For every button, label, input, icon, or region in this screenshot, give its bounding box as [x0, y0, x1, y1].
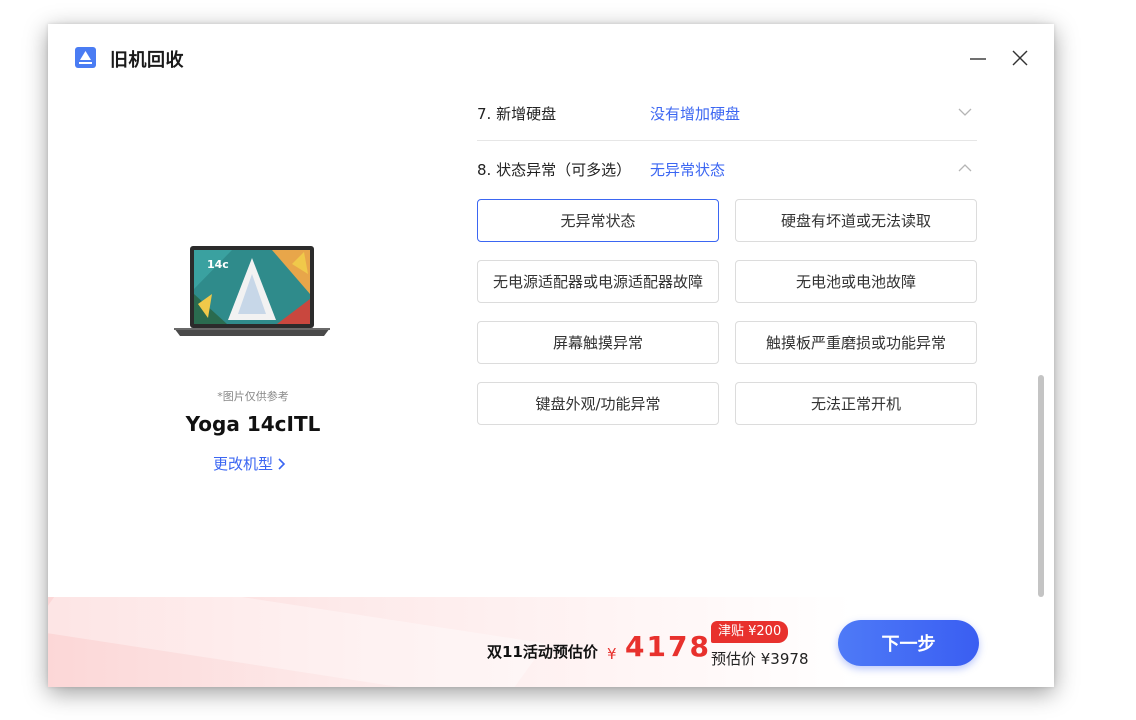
chevron-right-icon: [278, 457, 286, 470]
option-cannot-boot[interactable]: 无法正常开机: [735, 382, 977, 425]
option-disk-bad-sector[interactable]: 硬盘有坏道或无法读取: [735, 199, 977, 242]
chevron-down-icon[interactable]: [957, 104, 973, 120]
option-touchpad-fault[interactable]: 触摸板严重磨损或功能异常: [735, 321, 977, 364]
currency-symbol: ¥: [607, 645, 617, 663]
laptop-image: 14c: [174, 246, 330, 336]
subsidy-badge: 津贴 ¥200: [711, 621, 789, 643]
question-7-value[interactable]: 没有增加硬盘: [650, 103, 740, 124]
option-touchscreen-fault[interactable]: 屏幕触摸异常: [477, 321, 719, 364]
model-name: Yoga 14cITL: [185, 412, 321, 436]
chevron-up-icon[interactable]: [957, 160, 973, 176]
question-8-label: 8. 状态异常（可多选）: [477, 161, 632, 179]
price-footer: 双11活动预估价 ¥ 4178 津贴 ¥200 预估价 ¥3978 下一步: [48, 597, 1054, 687]
recycle-window: 旧机回收 14c *图片仅供参考 Yoga 14cITL 更改机型 7. 新增硬…: [48, 24, 1054, 687]
question-8-value[interactable]: 无异常状态: [650, 159, 725, 180]
image-disclaimer: *图片仅供参考: [217, 390, 289, 403]
option-battery-fault[interactable]: 无电池或电池故障: [735, 260, 977, 303]
row-divider: [477, 140, 977, 141]
change-model-link[interactable]: 更改机型: [213, 453, 286, 474]
promo-price-label: 双11活动预估价: [487, 643, 598, 661]
base-price: 预估价 ¥3978: [711, 650, 809, 668]
scrollbar-thumb[interactable]: [1038, 375, 1044, 597]
change-model-label: 更改机型: [213, 455, 274, 473]
app-logo-icon: [75, 47, 96, 68]
question-7-label: 7. 新增硬盘: [477, 105, 557, 123]
option-no-abnormal[interactable]: 无异常状态: [477, 199, 719, 242]
laptop-screen-text: 14c: [207, 258, 229, 271]
app-title: 旧机回收: [110, 50, 184, 71]
next-step-button[interactable]: 下一步: [838, 620, 979, 666]
option-power-adapter-fault[interactable]: 无电源适配器或电源适配器故障: [477, 260, 719, 303]
footer-decoration: [48, 597, 546, 687]
option-keyboard-fault[interactable]: 键盘外观/功能异常: [477, 382, 719, 425]
promo-price-value: 4178: [625, 630, 711, 663]
close-icon[interactable]: [1009, 47, 1031, 69]
minimize-icon[interactable]: [967, 47, 989, 69]
